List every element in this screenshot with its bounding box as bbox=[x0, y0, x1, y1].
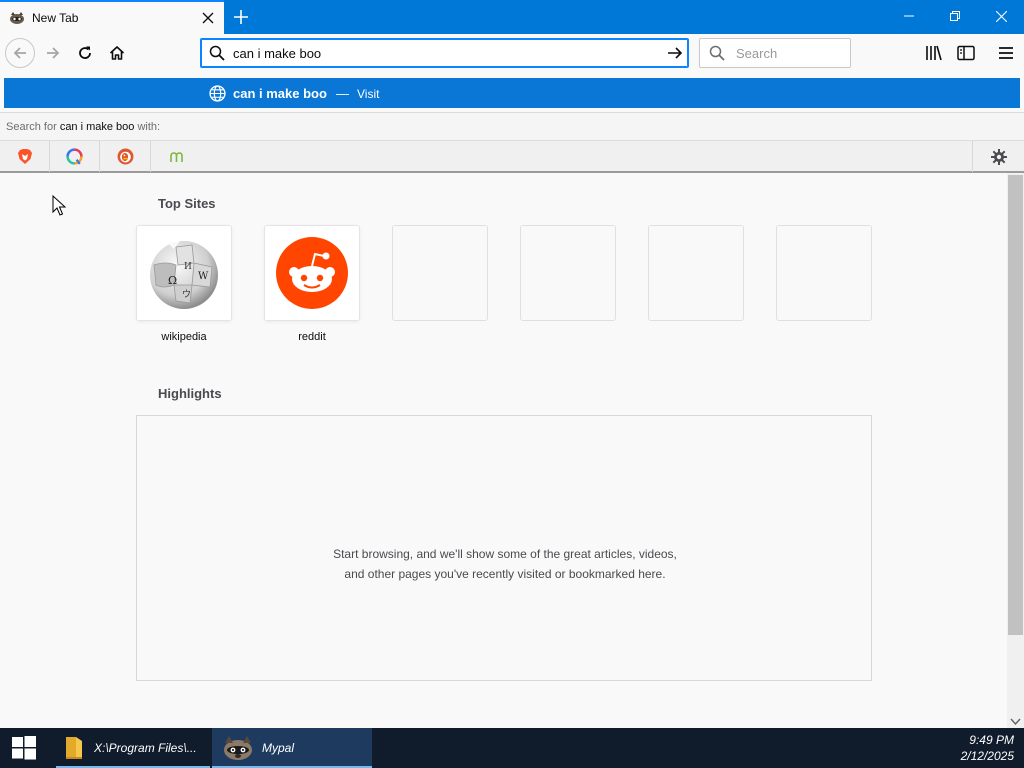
top-sites-heading: Top Sites bbox=[158, 196, 216, 211]
top-site-label: reddit bbox=[298, 331, 326, 343]
search-with-header: Search for can i make boo with: bbox=[0, 112, 1024, 140]
library-icon bbox=[926, 45, 942, 61]
autocomplete-result-title: can i make boo bbox=[233, 86, 327, 101]
close-tab-icon[interactable] bbox=[194, 4, 222, 32]
close-icon bbox=[995, 10, 1007, 22]
autocomplete-action: Visit bbox=[357, 87, 380, 101]
highlights-empty-state: Start browsing, and we'll show some of t… bbox=[136, 415, 872, 681]
duckduckgo-icon bbox=[117, 148, 134, 165]
svg-text:И: И bbox=[184, 262, 192, 272]
url-input[interactable]: can i make boo bbox=[233, 46, 688, 61]
highlights-message: Start browsing, and we'll show some of t… bbox=[333, 547, 677, 581]
search-settings-button[interactable] bbox=[972, 141, 1024, 172]
go-arrow-icon[interactable] bbox=[666, 44, 684, 62]
minimize-icon bbox=[904, 15, 914, 17]
sidebar-button[interactable] bbox=[956, 43, 976, 63]
top-site-empty[interactable] bbox=[520, 225, 616, 321]
search-icon bbox=[209, 45, 225, 61]
back-arrow-icon bbox=[13, 47, 26, 59]
vertical-scrollbar[interactable] bbox=[1007, 173, 1024, 728]
system-clock[interactable]: 9:49 PM 2/12/2025 bbox=[961, 732, 1014, 764]
qwant-icon bbox=[66, 148, 83, 165]
clock-date: 2/12/2025 bbox=[960, 749, 1014, 763]
close-window-button[interactable] bbox=[978, 0, 1024, 32]
globe-icon bbox=[209, 85, 226, 102]
new-tab-page: Top Sites Ω W И ウ wikipedia reddit Highl… bbox=[0, 173, 1024, 728]
folder-icon bbox=[66, 737, 82, 759]
svg-text:Ω: Ω bbox=[168, 274, 177, 287]
reddit-icon bbox=[276, 237, 348, 309]
mouse-cursor-icon bbox=[52, 195, 66, 216]
menu-button[interactable] bbox=[996, 43, 1016, 63]
url-bar[interactable]: can i make boo bbox=[200, 38, 689, 68]
home-button[interactable] bbox=[102, 38, 132, 68]
wikipedia-icon: Ω W И ウ bbox=[150, 241, 218, 309]
search-bar[interactable]: Search bbox=[699, 38, 851, 68]
windows-taskbar: X:\Program Files\... Mypal 9:49 PM 2/12/… bbox=[0, 728, 1024, 768]
mojeek-icon bbox=[170, 151, 183, 162]
mypal-icon bbox=[224, 736, 252, 760]
brave-icon bbox=[17, 149, 32, 164]
reload-icon bbox=[79, 46, 91, 59]
engine-duckduckgo[interactable] bbox=[101, 141, 151, 172]
taskbar-item-explorer[interactable]: X:\Program Files\... bbox=[56, 728, 210, 768]
taskbar-item-label: X:\Program Files\... bbox=[94, 741, 197, 755]
mypal-favicon-icon bbox=[10, 12, 24, 24]
clock-time: 9:49 PM bbox=[969, 733, 1014, 747]
engine-brave[interactable] bbox=[0, 141, 50, 172]
new-tab-button[interactable] bbox=[226, 2, 256, 32]
home-icon bbox=[109, 46, 125, 60]
autocomplete-separator: — bbox=[336, 86, 349, 101]
navigation-toolbar: can i make boo Search bbox=[0, 34, 1024, 72]
search-for-query: can i make boo bbox=[59, 121, 135, 133]
hamburger-menu-icon bbox=[999, 47, 1013, 59]
start-button[interactable] bbox=[0, 728, 48, 768]
taskbar-item-mypal[interactable]: Mypal bbox=[212, 728, 372, 768]
top-site-empty[interactable] bbox=[648, 225, 744, 321]
search-for-suffix: with: bbox=[137, 121, 161, 133]
tab-new-tab[interactable]: New Tab bbox=[0, 0, 224, 34]
one-off-search-engines bbox=[0, 140, 1024, 173]
search-icon bbox=[709, 45, 725, 61]
engine-qwant[interactable] bbox=[50, 141, 100, 172]
back-button[interactable] bbox=[5, 38, 35, 68]
autocomplete-result-selected[interactable]: can i make boo — Visit bbox=[4, 78, 1020, 108]
minimize-button[interactable] bbox=[886, 0, 932, 32]
restore-icon bbox=[950, 11, 960, 21]
taskbar-item-label: Mypal bbox=[262, 741, 295, 755]
scrollbar-thumb[interactable] bbox=[1008, 175, 1023, 635]
svg-text:W: W bbox=[198, 271, 209, 282]
forward-arrow-icon bbox=[47, 47, 60, 59]
reload-button[interactable] bbox=[70, 38, 100, 68]
gear-icon bbox=[990, 148, 1007, 165]
search-input[interactable]: Search bbox=[736, 46, 777, 61]
sidebar-icon bbox=[957, 45, 975, 61]
scroll-down-arrow-icon[interactable] bbox=[1010, 718, 1021, 726]
top-site-empty[interactable] bbox=[776, 225, 872, 321]
search-with-label: Search for can i make boo with: bbox=[6, 121, 160, 133]
top-site-wikipedia[interactable]: Ω W И ウ bbox=[136, 225, 232, 321]
restore-button[interactable] bbox=[932, 0, 978, 32]
library-button[interactable] bbox=[924, 43, 944, 63]
engine-mojeek[interactable] bbox=[152, 141, 202, 172]
top-site-empty[interactable] bbox=[392, 225, 488, 321]
highlights-heading: Highlights bbox=[158, 386, 222, 401]
top-site-label: wikipedia bbox=[161, 331, 207, 343]
windows-logo-icon bbox=[12, 736, 36, 760]
svg-text:ウ: ウ bbox=[182, 289, 191, 300]
title-bar: New Tab bbox=[0, 0, 1024, 34]
search-for-prefix: Search for bbox=[6, 121, 57, 133]
plus-icon bbox=[234, 10, 248, 24]
forward-button[interactable] bbox=[38, 38, 68, 68]
top-site-reddit[interactable] bbox=[264, 225, 360, 321]
tab-title: New Tab bbox=[32, 11, 79, 25]
